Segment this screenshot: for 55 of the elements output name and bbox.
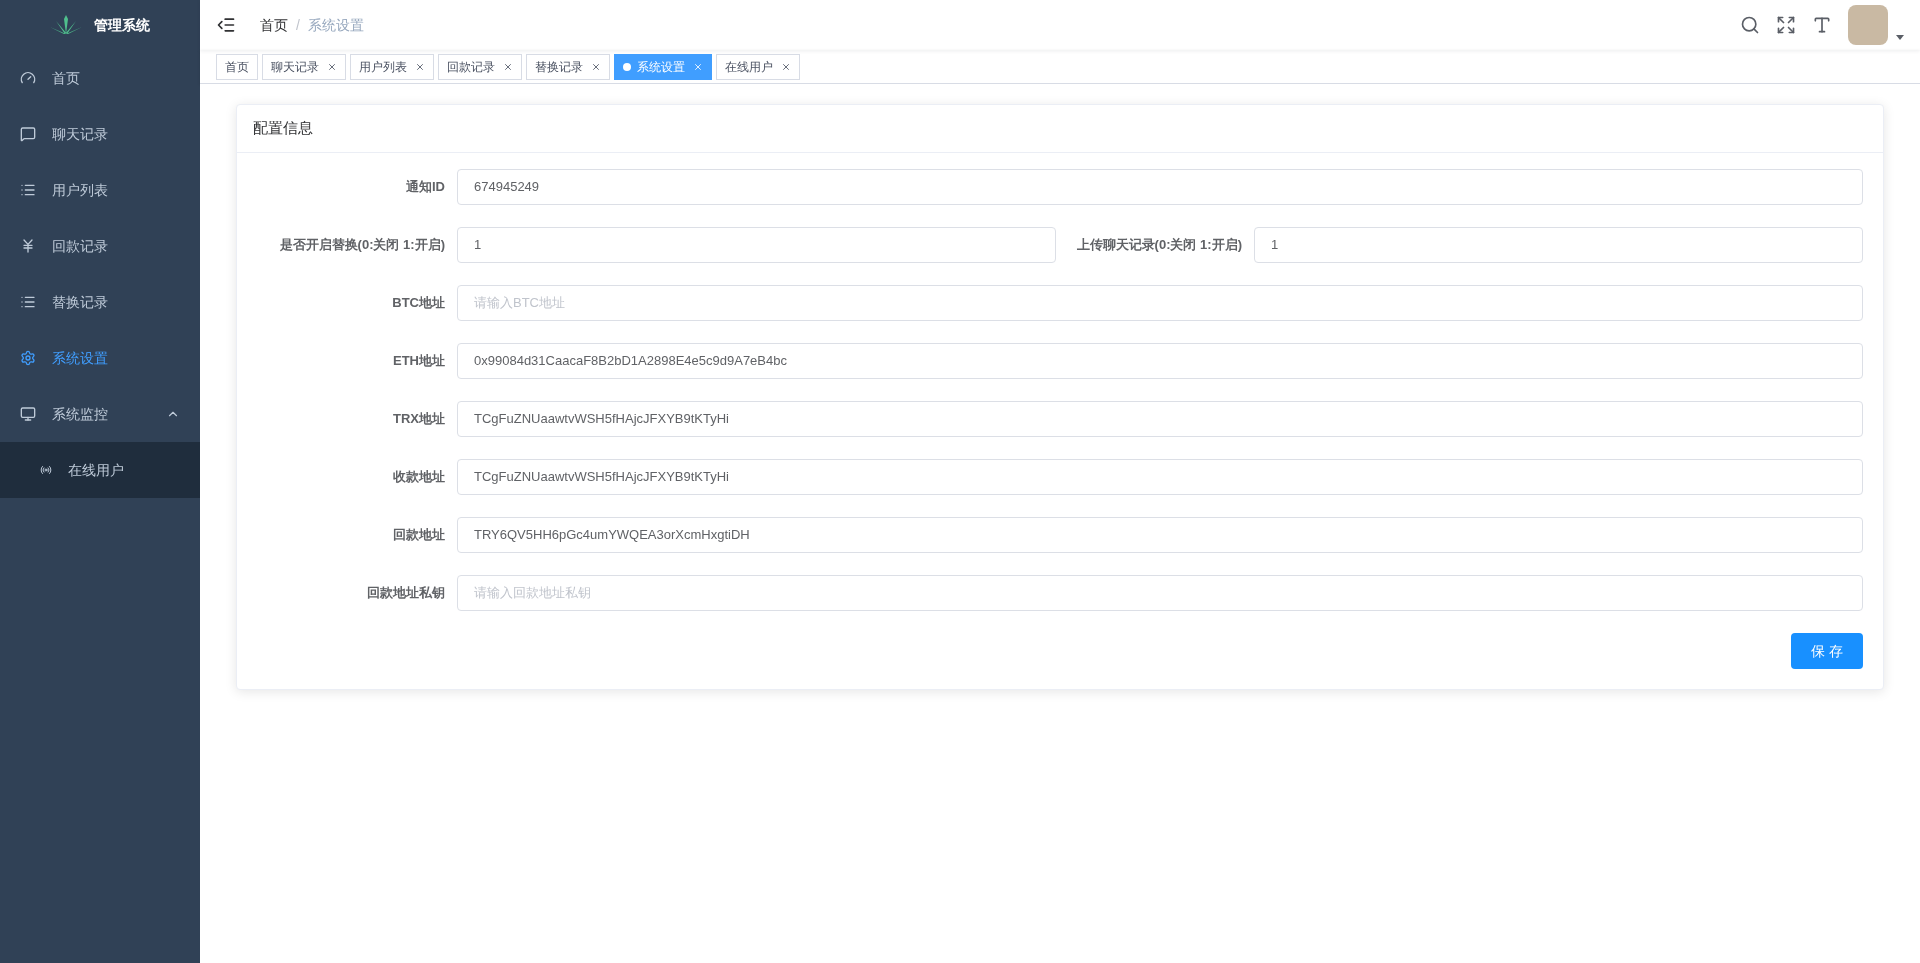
signal-icon [40,464,52,476]
field-label: 通知ID [405,177,446,196]
input-field[interactable]: 1 [1254,226,1863,263]
gauge-icon [20,70,36,86]
font-size-icon[interactable] [1812,15,1832,35]
breadcrumb-item: 系统设置 [307,16,364,35]
input-field[interactable]: TCgFuZNUaawtvWSH5fHAjcJFXYB9tKTyHi [457,458,1863,495]
fullscreen-icon[interactable] [1776,15,1796,35]
field-label: 回款地址私钥 [366,583,446,602]
yen-icon [20,238,36,254]
close-icon[interactable] [781,61,791,72]
sidebar-item[interactable]: 在线用户 [0,442,200,498]
field-label: 上传聊天记录(0:关闭 1:开启) [1075,235,1243,254]
input-field[interactable]: 请输入BTC地址 [457,284,1863,321]
tab[interactable]: 在线用户 [716,53,800,80]
breadcrumb-separator: / [296,16,300,35]
breadcrumb-item[interactable]: 首页 [260,15,288,35]
field-label: TRX地址 [392,409,446,428]
menu-toggle-icon[interactable] [216,15,236,35]
input-field[interactable]: 0x99084d31CaacaF8B2bD1A2898E4e5c9d9A7eB4bc [457,342,1863,379]
field-label: BTC地址 [391,293,446,312]
sidebar-item[interactable]: 替换记录 [0,274,200,330]
chat-bubble-icon [20,126,36,142]
sidebar-item[interactable]: 回款记录 [0,218,200,274]
sidebar-item[interactable]: 用户列表 [0,162,200,218]
card-title: 配置信息 [237,105,1883,153]
input-field[interactable]: TCgFuZNUaawtvWSH5fHAjcJFXYB9tKTyHi [457,400,1863,437]
sidebar-item[interactable]: 系统监控 [0,386,200,442]
field-label: 是否开启替换(0:关闭 1:开启) [278,235,446,254]
search-icon[interactable] [1740,15,1760,35]
tab[interactable]: 用户列表 [350,53,434,80]
tab[interactable]: 聊天记录 [262,53,346,80]
sidebar-item[interactable]: 首页 [0,50,200,106]
close-icon[interactable] [415,61,425,72]
tab[interactable]: 首页 [216,53,258,80]
list-icon [20,182,36,198]
sidebar-item[interactable]: 系统设置 [0,330,200,386]
settings-icon [20,350,36,366]
close-icon[interactable] [503,61,513,72]
tab[interactable]: 回款记录 [438,53,522,80]
list-icon [20,294,36,310]
close-icon[interactable] [327,61,337,72]
field-label: ETH地址 [392,351,446,370]
input-field[interactable]: TRY6QV5HH6pGc4umYWQEA3orXcmHxgtiDH [457,516,1863,553]
input-field[interactable]: 674945249 [457,168,1863,205]
field-label: 收款地址 [392,467,446,486]
input-field[interactable]: 1 [457,226,1056,263]
sidebar-item[interactable]: 聊天记录 [0,106,200,162]
monitor-icon [20,406,36,422]
field-label: 回款地址 [392,525,446,544]
tab[interactable]: 替换记录 [526,53,610,80]
close-icon[interactable] [591,61,601,72]
input-field[interactable]: 请输入回款地址私钥 [457,574,1863,611]
app-title: 管理系统 [94,16,150,35]
caret-icon[interactable] [1896,34,1904,40]
